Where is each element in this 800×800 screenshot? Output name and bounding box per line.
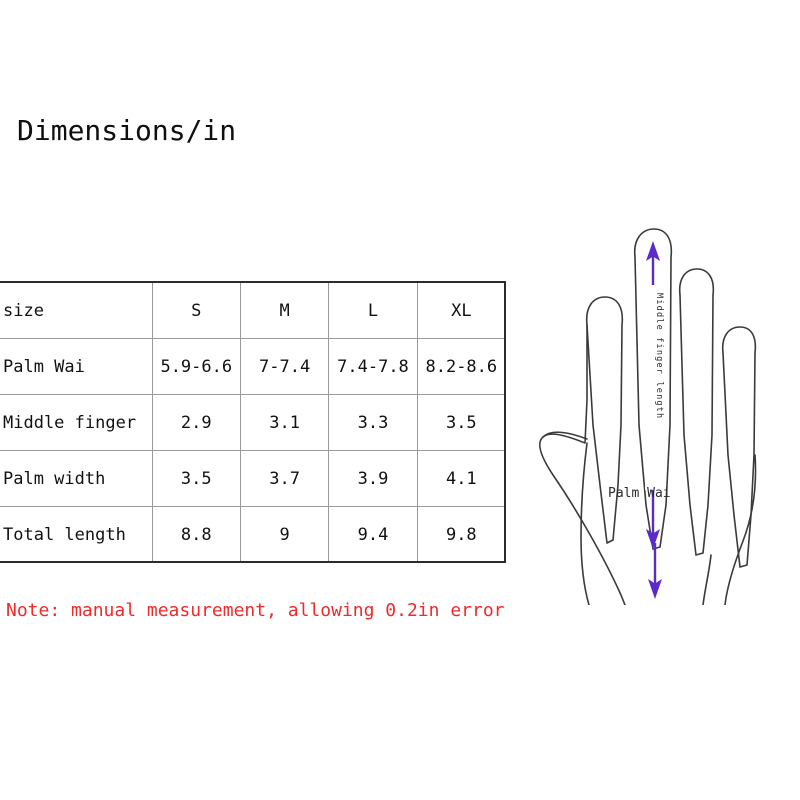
middle-finger-length-measure: Middle finger length	[645, 241, 664, 549]
cell-total-length-xl: 9.8	[416, 506, 507, 563]
cell-middle-finger-m: 3.1	[239, 394, 330, 451]
row-label-total-length: Total length	[0, 506, 153, 563]
size-chart-page: Dimensions/in size S M L XL Palm Wai 5.9…	[0, 0, 800, 800]
column-header-m: M	[239, 282, 330, 339]
row-label-palm-wai: Palm Wai	[0, 338, 153, 395]
cell-total-length-m: 9	[239, 506, 330, 563]
page-title: Dimensions/in	[17, 114, 237, 147]
column-header-s: S	[151, 282, 241, 339]
cell-palm-width-l: 3.9	[328, 450, 418, 507]
row-label-middle-finger: Middle finger	[0, 394, 153, 451]
cell-total-length-l: 9.4	[328, 506, 418, 563]
cell-palm-wai-m: 7-7.4	[239, 338, 330, 395]
table-row: Palm width 3.5 3.7 3.9 4.1	[0, 450, 507, 507]
cell-palm-width-m: 3.7	[239, 450, 330, 507]
column-header-xl: XL	[416, 282, 507, 339]
table-row: Palm Wai 5.9-6.6 7-7.4 7.4-7.8 8.2-8.6	[0, 338, 507, 395]
hand-measurement-diagram: Middle finger length Palm Wai	[495, 185, 800, 605]
middle-finger-length-label: Middle finger length	[654, 293, 664, 419]
cell-palm-wai-l: 7.4-7.8	[328, 338, 418, 395]
table-row: Middle finger 2.9 3.1 3.3 3.5	[0, 394, 507, 451]
wrist-down-arrow	[648, 543, 662, 599]
column-header-l: L	[328, 282, 418, 339]
cell-middle-finger-l: 3.3	[328, 394, 418, 451]
palm-wai-label: Palm Wai	[608, 486, 671, 501]
size-table: size S M L XL Palm Wai 5.9-6.6 7-7.4 7.4…	[0, 282, 507, 563]
cell-middle-finger-xl: 3.5	[416, 394, 507, 451]
cell-palm-width-xl: 4.1	[416, 450, 507, 507]
table-header-row: size S M L XL	[0, 282, 507, 339]
column-header-size: size	[0, 282, 153, 339]
table-row: Total length 8.8 9 9.4 9.8	[0, 506, 507, 563]
row-label-palm-width: Palm width	[0, 450, 153, 507]
cell-palm-width-s: 3.5	[151, 450, 241, 507]
measurement-note: Note: manual measurement, allowing 0.2in…	[6, 600, 505, 621]
cell-palm-wai-xl: 8.2-8.6	[416, 338, 507, 395]
cell-palm-wai-s: 5.9-6.6	[151, 338, 241, 395]
cell-total-length-s: 8.8	[151, 506, 241, 563]
cell-middle-finger-s: 2.9	[151, 394, 241, 451]
